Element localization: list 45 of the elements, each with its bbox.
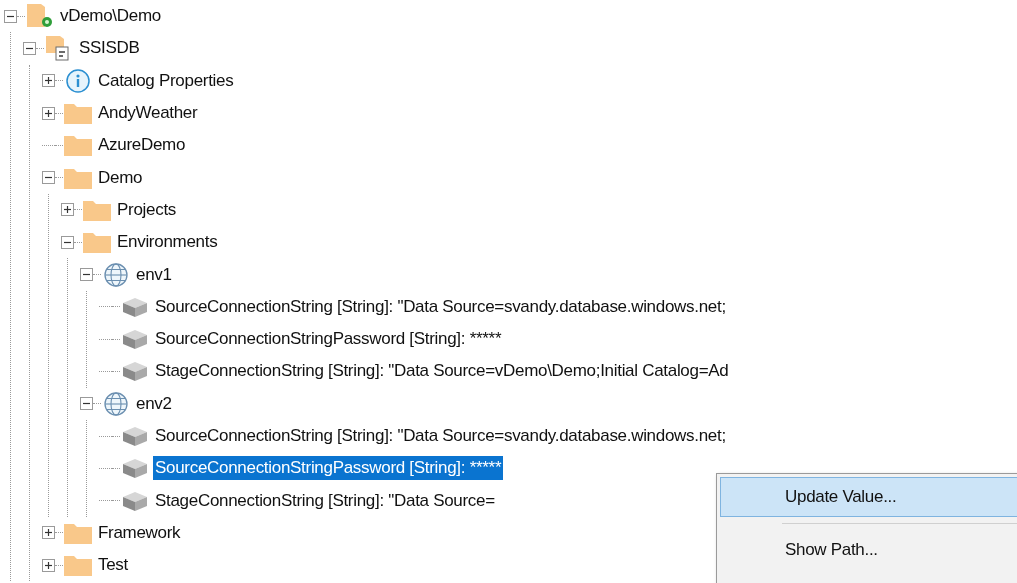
tree-item[interactable]: Environments [115,230,220,255]
menu-item[interactable]: Update Value... [720,477,1017,517]
collapse-icon[interactable] [80,268,93,281]
tree-item[interactable]: AzureDemo [96,133,188,158]
expand-icon[interactable] [42,558,55,572]
folder-icon [82,230,112,255]
cube-icon [121,489,149,512]
collapse-icon[interactable] [80,397,93,411]
tree-item[interactable]: vDemo\Demo [58,4,163,29]
globe-icon [103,390,129,417]
cube-icon [121,360,149,383]
tree-item[interactable]: SourceConnectionString [String]: "Data Source=svandy.database.windows.net; [153,294,728,319]
collapse-icon[interactable] [42,171,55,185]
expand-icon[interactable] [42,74,55,88]
globe-icon [103,261,129,288]
folder-icon [63,553,93,578]
tree-item[interactable]: Projects [115,197,178,222]
tree-item[interactable]: Framework [96,520,183,545]
server-folder-icon [25,3,55,30]
expand-icon[interactable] [61,203,74,217]
tree-item[interactable]: env2 [134,391,174,416]
tree-item[interactable]: StageConnectionString [String]: "Data Source=vDemo\Demo;Initial Catalog=Ad [153,359,731,384]
tree-item[interactable]: SourceConnectionStringPassword [String]: ***** [153,456,504,481]
tree-item[interactable]: SourceConnectionStringPassword [String]: ***** [153,327,504,352]
tree-item[interactable]: Demo [96,165,145,190]
tree-item[interactable]: AndyWeather [96,101,200,126]
cube-icon [121,457,149,480]
expand-icon[interactable] [42,526,55,540]
collapse-icon[interactable] [4,9,17,23]
expand-icon[interactable] [42,106,55,120]
cube-icon [121,295,149,318]
tree-item[interactable]: StageConnectionString [String]: "Data Source= [153,488,497,513]
tree-item[interactable]: env1 [134,262,174,287]
cube-icon [121,328,149,351]
tree-item[interactable]: Catalog Properties [96,68,236,93]
tree-item[interactable]: SSISDB [77,36,142,61]
folder-icon [63,101,93,126]
menu-item[interactable]: Show Path... [720,530,1017,570]
tree-item[interactable]: SourceConnectionString [String]: "Data Source=svandy.database.windows.net; [153,424,728,448]
cube-icon [121,425,149,447]
info-icon [65,67,91,94]
collapse-icon[interactable] [23,41,36,55]
folder-icon [63,133,93,158]
collapse-icon[interactable] [61,235,74,249]
tree-item[interactable]: Test [96,553,130,578]
